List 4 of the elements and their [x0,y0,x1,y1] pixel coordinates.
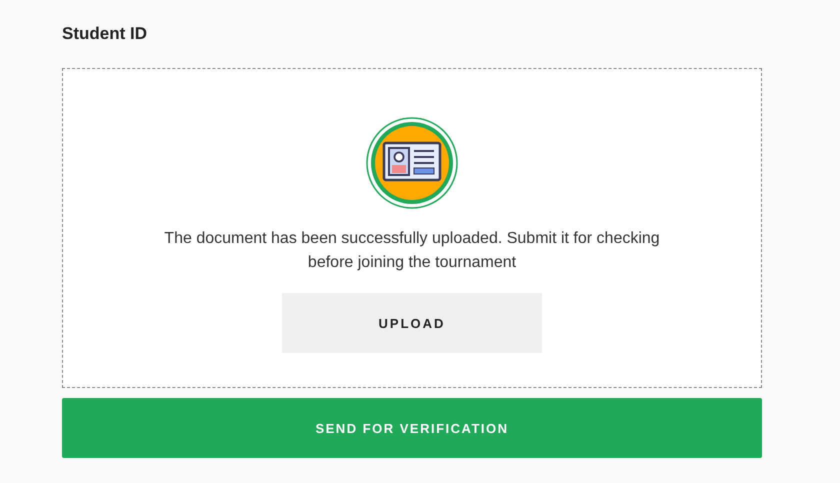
id-card-icon [366,117,458,209]
upload-message: The document has been successfully uploaded. Submit it for checking before joining the tournament [163,229,661,273]
upload-button[interactable]: UPLOAD [282,293,542,353]
section-title: Student ID [62,24,148,44]
